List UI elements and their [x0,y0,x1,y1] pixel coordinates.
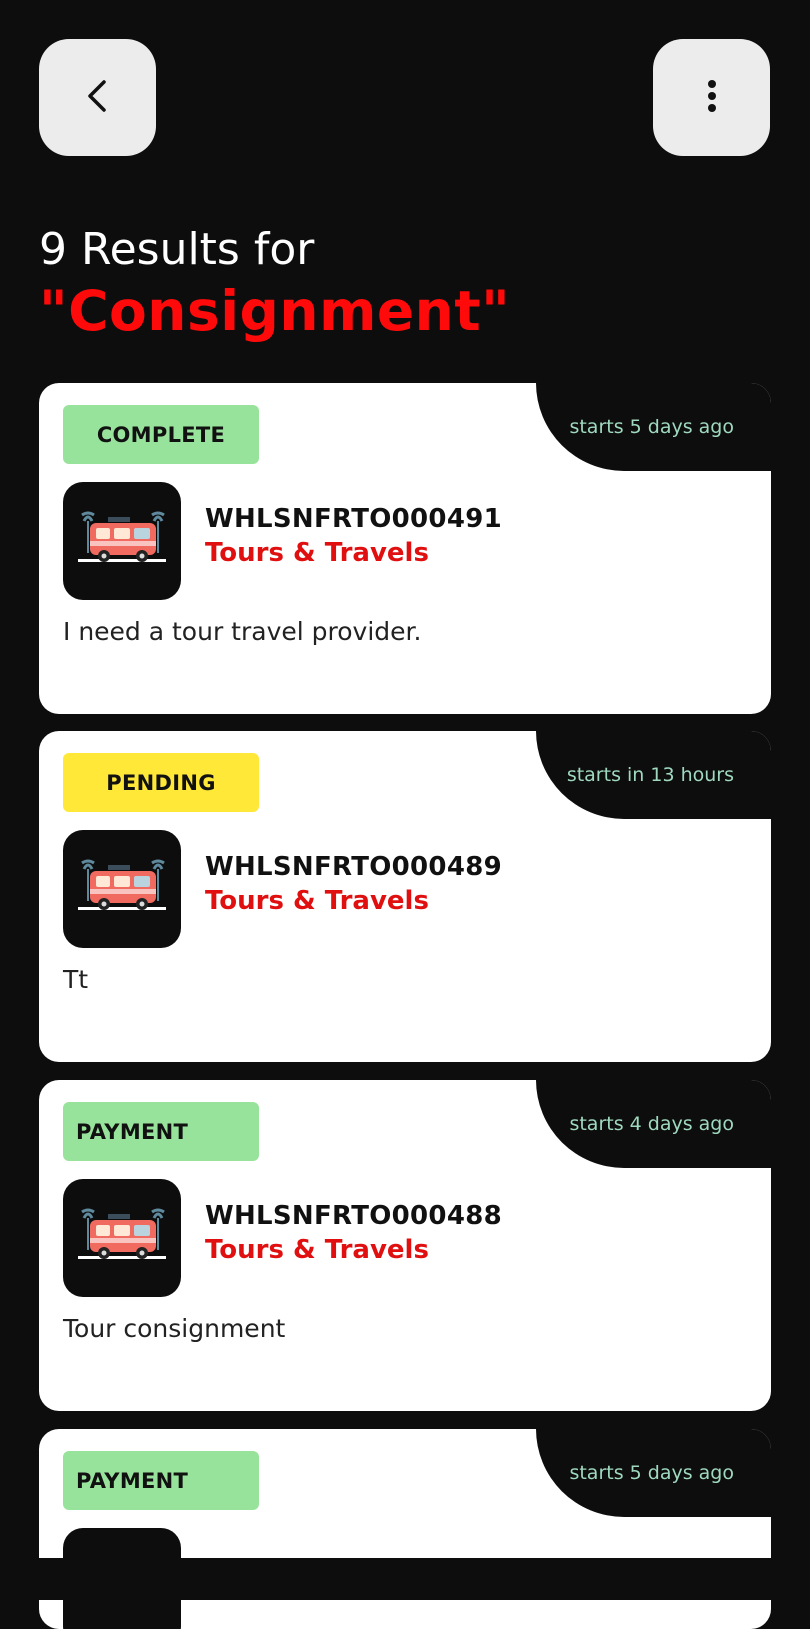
search-query: "Consignment" [39,279,511,343]
results-count: 9 Results for [39,224,315,275]
back-button[interactable] [39,39,156,156]
status-badge: PAYMENT [63,1451,259,1510]
result-card[interactable]: starts 5 days ago COMPLETE WHLSNFRTO0004… [39,383,771,714]
chevron-left-icon [78,76,118,120]
status-badge: COMPLETE [63,405,259,464]
camper-van-icon [78,859,166,910]
request-code: WHLSNFRTO000488 [205,1201,502,1231]
results-heading: 9 Results for "Consignment" [39,222,510,344]
more-options-button[interactable] [653,39,770,156]
time-tab: starts in 13 hours [536,731,771,819]
time-tab: starts 4 days ago [536,1080,771,1168]
start-time: starts in 13 hours [566,764,734,786]
result-card[interactable]: starts 4 days ago PAYMENT WHLSNFRTO00048… [39,1080,771,1411]
request-description: I need a tour travel provider. [63,617,422,646]
start-time: starts 5 days ago [569,416,734,438]
time-tab: starts 5 days ago [536,1429,771,1517]
result-card[interactable]: starts in 13 hours PENDING WHLSNFRTO0004… [39,731,771,1062]
request-code: WHLSNFRTO000489 [205,852,502,882]
status-badge: PAYMENT [63,1102,259,1161]
time-tab: starts 5 days ago [536,383,771,471]
category-label: Tours & Travels [205,886,429,916]
request-code: WHLSNFRTO000491 [205,504,502,534]
category-label: Tours & Travels [205,538,429,568]
category-thumbnail [63,482,181,600]
request-description: Tour consignment [63,1314,286,1343]
category-thumbnail [63,830,181,948]
start-time: starts 4 days ago [569,1113,734,1135]
category-thumbnail [63,1179,181,1297]
camper-van-icon [78,1208,166,1259]
bottom-edge [0,1558,810,1600]
camper-van-icon [78,511,166,562]
request-description: Tt [63,965,89,994]
more-vertical-icon [702,76,722,120]
status-badge: PENDING [63,753,259,812]
category-label: Tours & Travels [205,1235,429,1265]
start-time: starts 5 days ago [569,1462,734,1484]
